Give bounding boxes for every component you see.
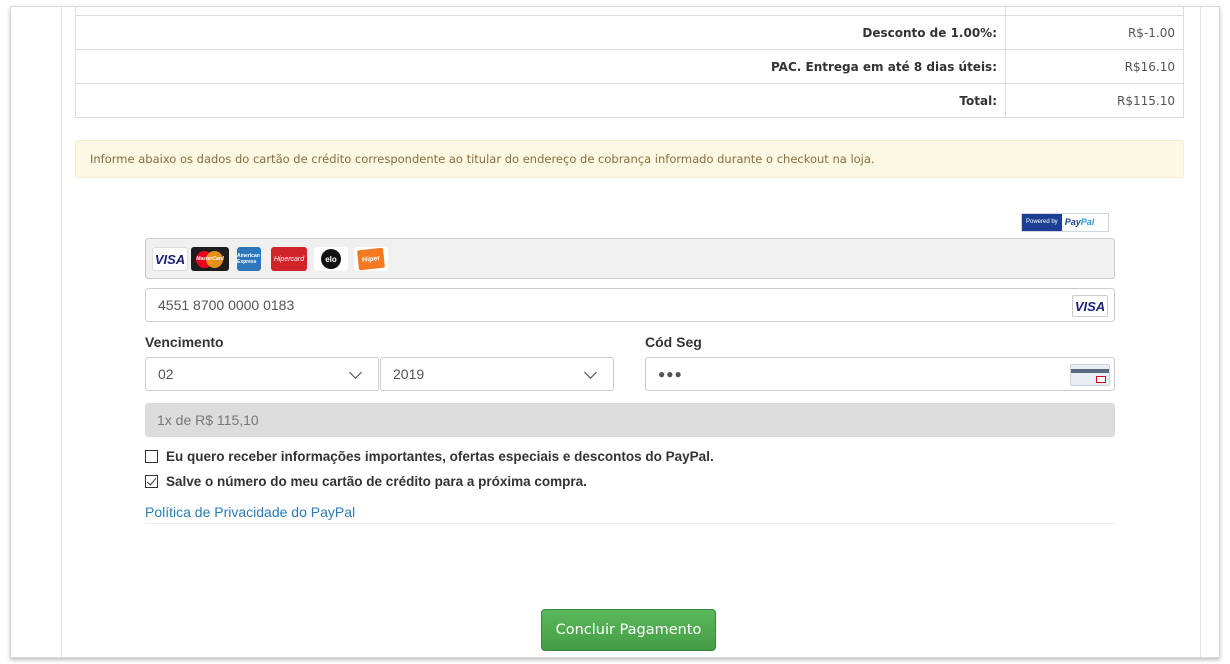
save-card-checkbox[interactable]: [145, 475, 158, 488]
page-frame: Desconto de 1.00%: R$-1.00 PAC. Entrega …: [10, 6, 1220, 658]
save-card-option[interactable]: Salve o número do meu cartão de crédito …: [145, 474, 587, 489]
expiry-label: Vencimento: [145, 334, 224, 350]
shipping-label: PAC. Entrega em até 8 dias úteis:: [75, 49, 1006, 84]
shipping-value: R$16.10: [1005, 49, 1184, 84]
hiper-icon: Hiper: [354, 247, 388, 271]
total-label: Total:: [75, 83, 1006, 118]
cvv-card-icon: [1070, 364, 1110, 386]
cvv-value: ●●●: [658, 367, 683, 381]
order-totals-table: Desconto de 1.00%: R$-1.00 PAC. Entrega …: [75, 7, 1184, 118]
submit-payment-button[interactable]: Concluir Pagamento: [541, 609, 716, 651]
newsletter-label: Eu quero receber informações importantes…: [166, 449, 714, 464]
accepted-cards-bar: VISA MasterCard American Express Hiperca…: [145, 238, 1115, 279]
visa-icon: VISA: [1072, 295, 1108, 317]
installments-select[interactable]: 1x de R$ 115,10: [145, 403, 1115, 437]
chevron-down-icon: [584, 366, 597, 379]
hipercard-icon: Hipercard: [271, 247, 307, 271]
table-row: Desconto de 1.00%: R$-1.00: [75, 15, 1184, 50]
table-row: [75, 7, 1184, 16]
powered-by-text: Powered by: [1022, 214, 1062, 231]
total-value: R$115.10: [1005, 83, 1184, 118]
chevron-down-icon: [349, 366, 362, 379]
powered-by-paypal-badge: Powered by PayPal: [1021, 213, 1109, 232]
amex-icon: American Express: [237, 247, 261, 271]
discount-value: R$-1.00: [1005, 15, 1184, 50]
newsletter-option[interactable]: Eu quero receber informações importantes…: [145, 449, 714, 464]
save-card-label: Salve o número do meu cartão de crédito …: [166, 474, 587, 489]
card-number-input[interactable]: 4551 8700 0000 0183 VISA: [145, 288, 1115, 322]
paypal-privacy-link[interactable]: Política de Privacidade do PayPal: [145, 504, 1115, 524]
newsletter-checkbox[interactable]: [145, 450, 158, 463]
visa-icon: VISA: [152, 247, 188, 271]
mastercard-icon: MasterCard: [191, 247, 229, 271]
card-number-value: 4551 8700 0000 0183: [158, 297, 295, 313]
cvv-label: Cód Seg: [645, 334, 702, 350]
table-row: PAC. Entrega em até 8 dias úteis: R$16.1…: [75, 49, 1184, 84]
expiry-month-select[interactable]: 02: [145, 357, 379, 391]
paypal-logo: PayPal: [1064, 217, 1095, 227]
discount-label: Desconto de 1.00%:: [75, 15, 1006, 50]
expiry-year-select[interactable]: 2019: [380, 357, 614, 391]
table-row: Total: R$115.10: [75, 83, 1184, 118]
cvv-input[interactable]: ●●●: [645, 357, 1115, 391]
elo-icon: elo: [314, 247, 348, 271]
billing-info-alert: Informe abaixo os dados do cartão de cré…: [75, 140, 1184, 178]
